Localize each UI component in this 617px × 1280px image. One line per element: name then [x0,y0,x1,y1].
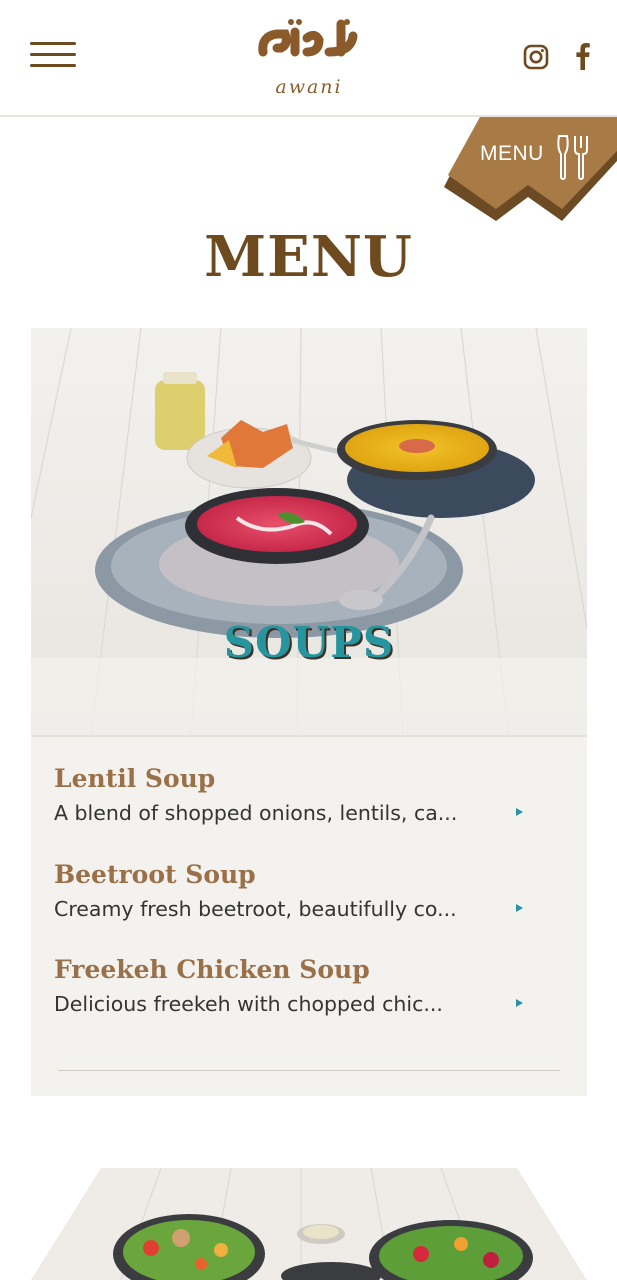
brand-logo[interactable]: awani [255,14,363,98]
site-header: awani [0,0,617,117]
menu-item-name: Freekeh Chicken Soup [54,955,370,984]
menu-item-description: Creamy fresh beetroot, beautifully co... [54,897,457,921]
instagram-icon[interactable] [523,44,549,70]
menu-item-name: Lentil Soup [54,764,216,793]
facebook-icon[interactable] [572,42,592,70]
soups-photo [31,328,587,736]
logo-latin-text: awani [275,76,343,98]
salads-photo [31,1168,587,1280]
menu-item-description: A blend of shopped onions, lentils, ca..… [54,801,458,825]
section-title-soups: SOUPS [223,618,395,667]
menu-item[interactable]: Freekeh Chicken Soup Delicious freekeh w… [31,955,587,1035]
chevron-right-icon[interactable] [516,999,523,1007]
menu-ribbon-tag[interactable] [444,117,617,221]
section-divider [31,735,587,737]
soups-section-card: SOUPS Lentil Soup A blend of shopped oni… [31,328,587,1096]
chevron-right-icon[interactable] [516,904,523,912]
hamburger-icon[interactable] [30,42,76,68]
menu-tag-label: MENU [480,142,544,165]
section-bottom-divider [58,1070,560,1071]
fork-knife-icon [557,135,588,180]
menu-item[interactable]: Beetroot Soup Creamy fresh beetroot, bea… [31,860,587,940]
soups-hero-image: SOUPS [31,328,587,736]
menu-item-name: Beetroot Soup [54,860,256,889]
menu-item[interactable]: Lentil Soup A blend of shopped onions, l… [31,764,587,844]
next-section-image[interactable] [31,1168,587,1280]
logo-arabic-mark [258,19,358,57]
chevron-right-icon[interactable] [516,808,523,816]
menu-item-description: Delicious freekeh with chopped chic... [54,992,443,1016]
page-title: MENU [204,224,413,290]
